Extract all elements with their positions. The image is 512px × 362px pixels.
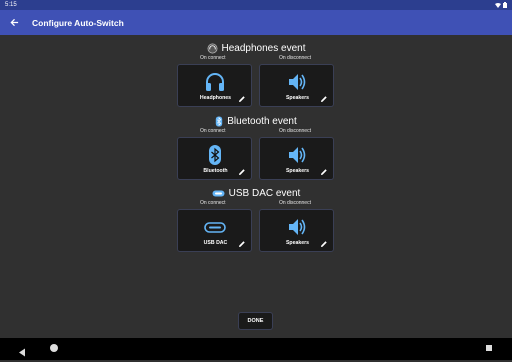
wifi-icon bbox=[495, 2, 501, 8]
nav-home-icon[interactable] bbox=[50, 344, 58, 352]
section-title: Headphones event bbox=[0, 41, 512, 55]
app-bar: Configure Auto-Switch bbox=[0, 10, 512, 35]
back-button[interactable] bbox=[0, 10, 28, 35]
on-disconnect-label: On disconnect bbox=[279, 128, 311, 134]
page-title: Configure Auto-Switch bbox=[32, 17, 124, 28]
done-button[interactable]: DONE bbox=[238, 312, 273, 330]
nav-back-icon[interactable] bbox=[18, 344, 26, 362]
section-title-text: Bluetooth event bbox=[227, 115, 297, 127]
on-disconnect-label: On disconnect bbox=[279, 200, 311, 206]
headphones-icon bbox=[207, 43, 217, 53]
on-disconnect-label: On disconnect bbox=[279, 55, 311, 61]
headphones-icon bbox=[204, 71, 226, 98]
usb-c-icon bbox=[203, 216, 226, 243]
status-time: 5:15 bbox=[5, 2, 17, 8]
bluetooth-icon bbox=[204, 144, 226, 171]
section-title: USB DAC event bbox=[0, 186, 512, 200]
speaker-icon bbox=[286, 71, 308, 98]
bluetooth-icon bbox=[216, 115, 223, 127]
bluetooth-event-section: Bluetooth event bbox=[0, 114, 512, 128]
status-bar: 5:15 bbox=[0, 0, 512, 10]
arrow-back-icon bbox=[9, 18, 18, 27]
speaker-icon bbox=[286, 216, 308, 243]
on-connect-label: On connect bbox=[200, 128, 226, 134]
usb-dac-event-section: USB DAC event bbox=[0, 186, 512, 200]
edit-icon[interactable] bbox=[320, 163, 328, 181]
headphones-event-section: Headphones event bbox=[0, 41, 512, 55]
section-title-text: USB DAC event bbox=[228, 187, 301, 199]
section-title-text: Headphones event bbox=[221, 42, 306, 54]
edit-icon[interactable] bbox=[238, 235, 246, 253]
edit-icon[interactable] bbox=[238, 163, 246, 181]
edit-icon[interactable] bbox=[320, 90, 328, 108]
headphones-connect-card[interactable]: Headphones bbox=[177, 64, 252, 107]
usb-c-icon bbox=[212, 190, 225, 196]
edit-icon[interactable] bbox=[238, 90, 246, 108]
speaker-icon bbox=[286, 144, 308, 171]
navigation-bar bbox=[0, 338, 512, 360]
status-icons bbox=[495, 2, 507, 8]
on-connect-label: On connect bbox=[200, 200, 226, 206]
section-title: Bluetooth event bbox=[0, 114, 512, 128]
usb-dac-connect-card[interactable]: USB DAC bbox=[177, 209, 252, 252]
nav-recents-icon[interactable] bbox=[486, 345, 492, 351]
bluetooth-connect-card[interactable]: Bluetooth bbox=[177, 137, 252, 180]
speakers-disconnect-card[interactable]: Speakers bbox=[259, 209, 334, 252]
on-connect-label: On connect bbox=[200, 55, 226, 61]
speakers-disconnect-card[interactable]: Speakers bbox=[259, 137, 334, 180]
battery-icon bbox=[503, 2, 507, 8]
edit-icon[interactable] bbox=[320, 235, 328, 253]
speakers-disconnect-card[interactable]: Speakers bbox=[259, 64, 334, 107]
